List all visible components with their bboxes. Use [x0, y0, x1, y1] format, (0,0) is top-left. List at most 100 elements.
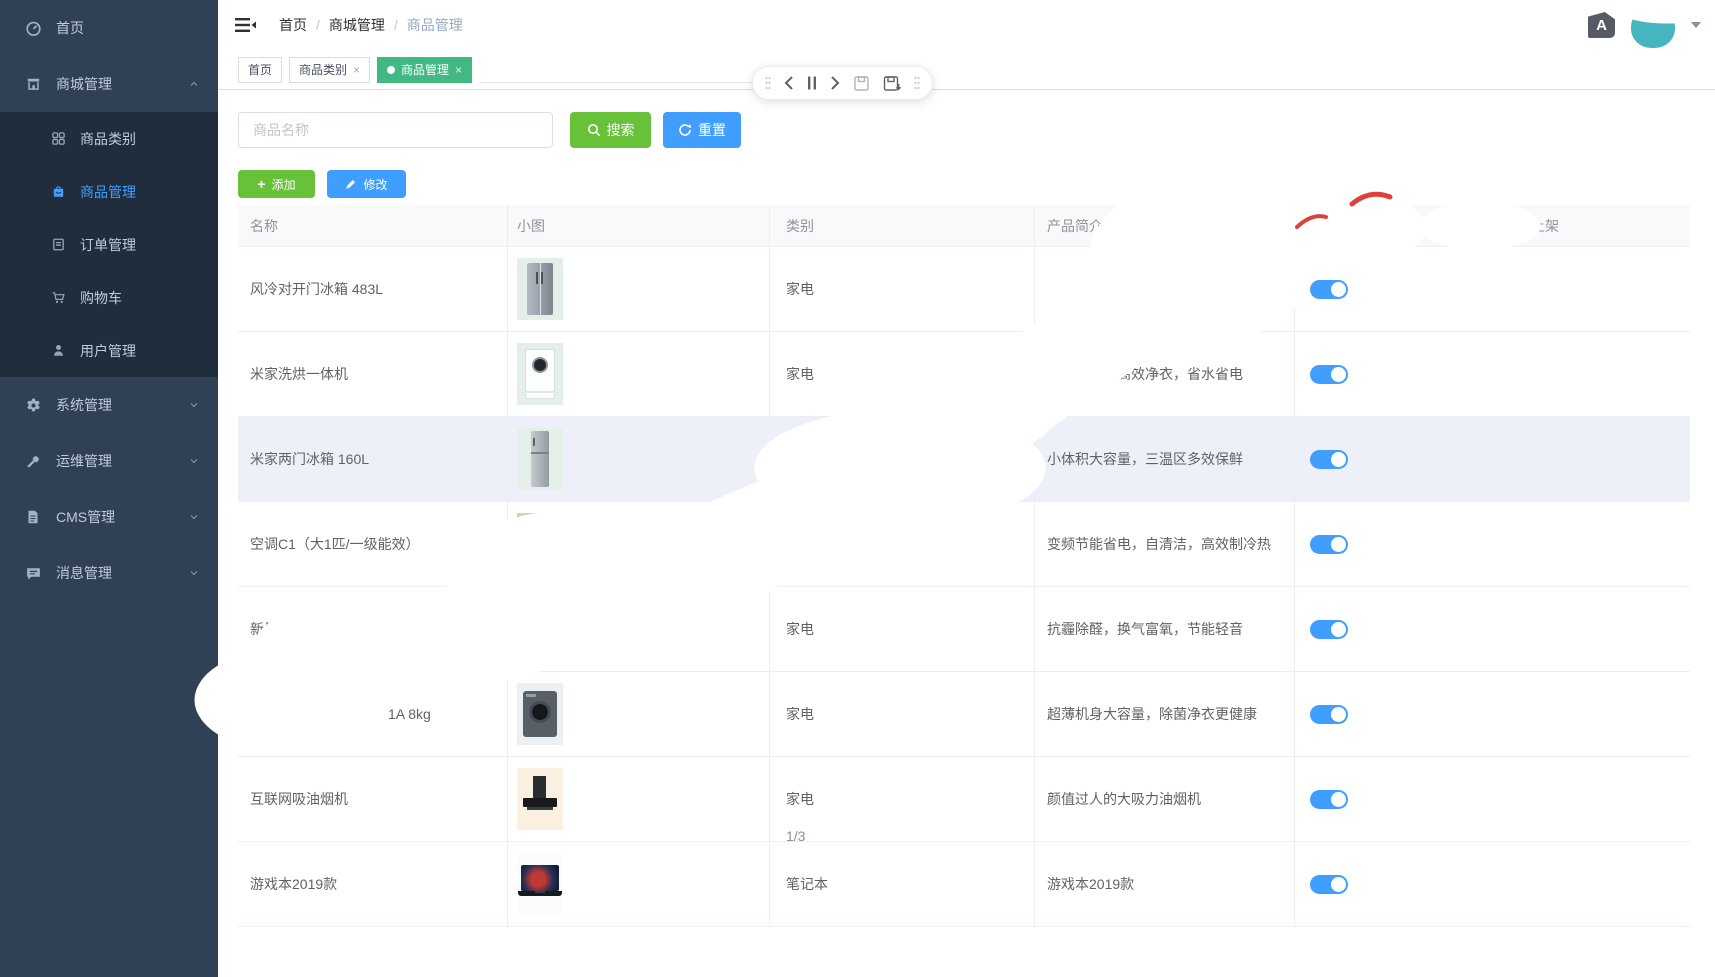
- order-icon: [50, 237, 66, 253]
- breadcrumb-separator: /: [393, 17, 398, 33]
- product-intro: 游戏本2019款: [1047, 876, 1135, 892]
- step-forward-icon[interactable]: [830, 75, 840, 91]
- product-name: 游戏本2019款: [250, 876, 338, 892]
- pencil-icon: [346, 180, 356, 189]
- user-icon: [50, 343, 66, 359]
- drag-handle-icon[interactable]: [765, 76, 771, 90]
- tab-home[interactable]: 首页: [238, 56, 283, 83]
- product-thumbnail[interactable]: [517, 513, 563, 575]
- on-shelf-toggle[interactable]: [1310, 364, 1348, 384]
- search-icon: [587, 124, 600, 137]
- language-icon[interactable]: A: [1588, 12, 1615, 38]
- product-category: 家电: [786, 281, 814, 297]
- chevron-up-icon: [188, 78, 200, 90]
- table-row: 空调C1（大1匹/一级能效） 家电 变频节能省电，自清洁，高效制冷热: [238, 502, 1690, 587]
- on-shelf-toggle[interactable]: [1310, 534, 1348, 554]
- navbar-right: A: [1588, 2, 1701, 48]
- product-category: 家电: [786, 621, 814, 637]
- on-shelf-toggle[interactable]: [1310, 279, 1348, 299]
- tab-close-icon[interactable]: ×: [455, 64, 462, 76]
- on-shelf-toggle[interactable]: [1310, 874, 1348, 894]
- sidebar-item-cms[interactable]: CMS管理: [0, 489, 218, 545]
- tab-label: 商品类别: [299, 63, 348, 77]
- on-shelf-toggle[interactable]: [1310, 789, 1348, 809]
- save-as-icon[interactable]: [883, 75, 901, 92]
- sidebar-submenu-mall: 商品类别 商品管理 订单管理 购物车 用户管理: [0, 112, 218, 377]
- column-header-name: 名称: [238, 205, 508, 246]
- edit-button[interactable]: 修改: [327, 170, 406, 198]
- product-thumbnail[interactable]: [517, 258, 563, 320]
- refresh-icon: [679, 124, 691, 136]
- sidebar-item-product-category[interactable]: 商品类别: [0, 112, 218, 165]
- tab-close-icon[interactable]: ×: [353, 64, 360, 76]
- product-thumbnail[interactable]: [517, 428, 563, 490]
- tab-label: 商品管理: [401, 63, 450, 77]
- on-shelf-toggle[interactable]: [1310, 704, 1348, 724]
- sidebar-item-label: CMS管理: [56, 509, 116, 525]
- tags-view-bar: 首页 商品类别 × 商品管理 ×: [218, 50, 1715, 90]
- sidebar-collapse-icon[interactable]: [235, 16, 257, 34]
- tab-product-management[interactable]: 商品管理 ×: [377, 56, 473, 83]
- product-category: 家电: [786, 791, 814, 807]
- chevron-down-icon: [188, 567, 200, 579]
- top-navbar: 首页 / 商城管理 / 商品管理 A: [218, 0, 1715, 50]
- tab-product-category[interactable]: 商品类别 ×: [289, 56, 371, 83]
- save-icon[interactable]: [853, 75, 870, 92]
- on-shelf-toggle[interactable]: [1310, 449, 1348, 469]
- on-shelf-toggle[interactable]: [1310, 619, 1348, 639]
- sidebar-item-label: 商品类别: [80, 130, 136, 147]
- product-name: 米家洗烘一体机: [250, 366, 348, 382]
- product-intro: 超薄机身大容量，除菌净衣更健康: [1047, 706, 1257, 722]
- table-row: 新风机A1 家电 抗霾除醛，换气富氧，节能轻音: [238, 587, 1690, 672]
- avatar[interactable]: [1631, 6, 1675, 48]
- step-back-icon[interactable]: [784, 75, 794, 91]
- product-thumbnail[interactable]: [517, 768, 563, 830]
- product-table: 名称 小图 类别 产品简介 上架 风冷对开门冰箱 483L 家电 米家洗烘一体机: [238, 205, 1690, 927]
- sidebar-item-message[interactable]: 消息管理: [0, 545, 218, 601]
- drag-handle-icon[interactable]: [914, 76, 920, 90]
- table-row: 米家两门冰箱 160L 小体积大容量，三温区多效保鲜: [238, 417, 1690, 502]
- grid-icon: [50, 131, 66, 147]
- product-thumbnail[interactable]: [517, 343, 563, 405]
- product-thumbnail[interactable]: [517, 598, 563, 660]
- tab-label: 首页: [248, 63, 273, 77]
- search-button[interactable]: 搜索: [570, 112, 651, 148]
- breadcrumb-separator: /: [316, 17, 320, 33]
- breadcrumb-mall[interactable]: 商城管理: [329, 15, 385, 35]
- sidebar-item-user-management[interactable]: 用户管理: [0, 324, 218, 377]
- sidebar-item-system[interactable]: 系统管理: [0, 377, 218, 433]
- column-header-shelf: 上架: [1531, 217, 1559, 234]
- caret-down-icon[interactable]: [1691, 22, 1701, 28]
- pause-icon[interactable]: [807, 75, 817, 91]
- product-thumbnail[interactable]: [517, 683, 563, 745]
- add-button-label: 添加: [271, 177, 296, 192]
- sidebar-item-mall[interactable]: 商城管理: [0, 56, 218, 112]
- sidebar-item-ops[interactable]: 运维管理: [0, 433, 218, 489]
- table-row: 互联网吸油烟机 家电 颜值过人的大吸力油烟机: [238, 757, 1690, 842]
- product-intro: 抗霾除醛，换气富氧，节能轻音: [1047, 621, 1243, 637]
- product-name: 1A 8kg: [388, 706, 431, 722]
- sidebar-item-label: 商城管理: [56, 76, 112, 92]
- product-name-input[interactable]: [238, 112, 553, 148]
- breadcrumb-home[interactable]: 首页: [279, 15, 307, 35]
- sidebar-item-product-management[interactable]: 商品管理: [0, 165, 218, 218]
- product-thumbnail[interactable]: [517, 853, 563, 915]
- edit-button-label: 修改: [363, 177, 388, 192]
- column-header-category: 类别: [770, 205, 1035, 246]
- gear-icon: [24, 396, 42, 414]
- product-category: 家电: [786, 706, 814, 722]
- sidebar-item-label: 购物车: [80, 289, 122, 306]
- sidebar-item-home[interactable]: 首页: [0, 0, 218, 56]
- replay-toolbar-line: [480, 82, 752, 83]
- bag-icon: [50, 184, 66, 200]
- sidebar-item-order-management[interactable]: 订单管理: [0, 218, 218, 271]
- column-header-image: 小图: [508, 205, 770, 246]
- product-intro: 省能烘干，高效净衣，省水省电: [1047, 366, 1243, 382]
- table-header: 名称 小图 类别 产品简介 上架: [238, 205, 1690, 247]
- search-button-label: 搜索: [606, 122, 635, 138]
- add-button[interactable]: + 添加: [238, 170, 315, 198]
- sidebar-item-cart[interactable]: 购物车: [0, 271, 218, 324]
- reset-button-label: 重置: [698, 122, 726, 138]
- reset-button[interactable]: 重置: [663, 112, 741, 148]
- sidebar-item-label: 订单管理: [80, 236, 136, 253]
